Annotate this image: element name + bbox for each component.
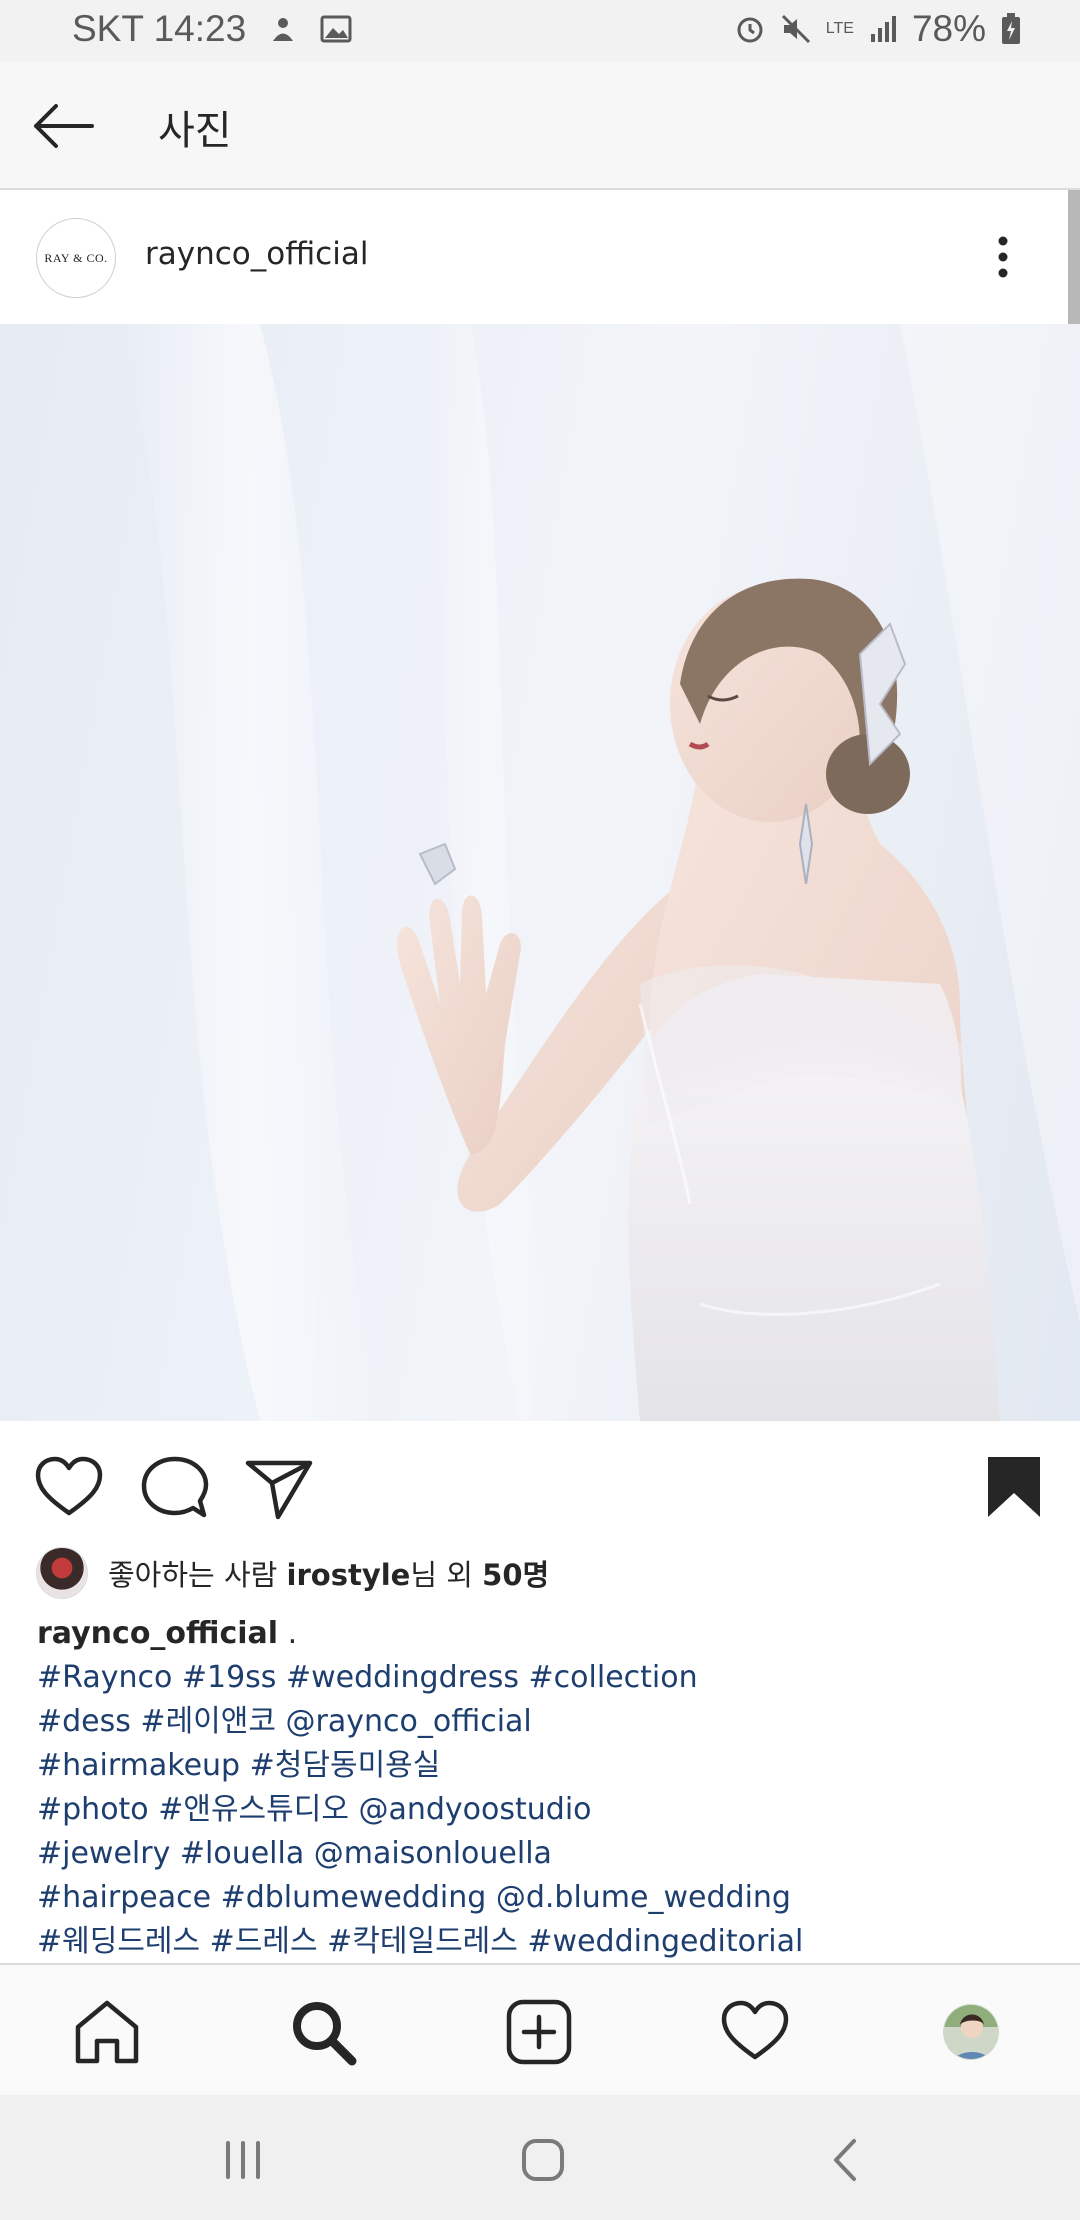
share-icon [245, 1460, 313, 1520]
post-header: RAY & CO. raynco_official [0, 190, 1068, 324]
post-caption: raynco_official . #Raynco #19ss #wedding… [37, 1612, 1047, 1964]
comment-button[interactable] [140, 1453, 210, 1523]
likes-row[interactable]: 좋아하는 사람 irostyle님 외 50명 [36, 1544, 549, 1602]
signal-icon [868, 14, 898, 44]
chevron-left-icon [834, 2139, 856, 2181]
post-username[interactable]: raynco_official [145, 236, 368, 272]
sync-icon [268, 14, 298, 44]
likes-text: 좋아하는 사람 irostyle님 외 50명 [108, 1558, 550, 1592]
back-arrow-icon [34, 104, 94, 148]
system-navigation [0, 2095, 1080, 2220]
status-bar: SKT 14:23 LTE 78% [0, 0, 1080, 62]
nav-home[interactable] [72, 1997, 142, 2067]
caption-line[interactable]: #photo #앤유스튜디오 @andyoostudio [37, 1788, 1047, 1832]
more-vertical-icon [998, 236, 1008, 278]
nav-activity[interactable] [720, 1997, 790, 2067]
likes-count[interactable]: 50명 [482, 1558, 549, 1592]
nav-profile[interactable] [936, 1997, 1006, 2067]
recent-apps-icon [226, 2141, 260, 2179]
add-post-icon [506, 1999, 572, 2065]
back-button[interactable] [28, 98, 98, 154]
carrier-time: SKT 14:23 [72, 8, 247, 49]
like-button[interactable] [34, 1453, 104, 1523]
bookmark-button[interactable] [984, 1453, 1054, 1523]
caption-line[interactable]: #hairmakeup #청담동미용실 [37, 1744, 1047, 1788]
comment-icon [141, 1456, 209, 1518]
home-square-icon [522, 2139, 564, 2181]
profile-avatar [943, 2004, 999, 2060]
caption-text: . [278, 1616, 298, 1651]
logo-text: RAY & CO. [44, 250, 108, 265]
battery-percent: 78% [911, 8, 986, 49]
search-icon [293, 2002, 357, 2066]
bride-illustration [120, 324, 1080, 1421]
caption-username[interactable]: raynco_official [37, 1616, 278, 1651]
post-photo[interactable] [0, 324, 1080, 1421]
liker-avatar [36, 1547, 88, 1599]
home-icon [75, 2000, 139, 2064]
home-system-button[interactable] [518, 2135, 568, 2185]
post-actions [0, 1421, 1080, 1541]
nav-add-post[interactable] [504, 1997, 574, 2067]
battery-icon [1000, 12, 1022, 46]
network-type: LTE [825, 20, 854, 37]
back-system-button[interactable] [822, 2135, 872, 2185]
caption-line[interactable]: #jewelry #louella @maisonlouella [37, 1832, 1047, 1876]
bookmark-icon [988, 1457, 1040, 1517]
caption-line[interactable]: #dess #레이앤코 @raynco_official [37, 1700, 1047, 1744]
liker-username[interactable]: irostyle [287, 1558, 411, 1592]
caption-line[interactable]: #웨딩드레스 #드레스 #칵테일드레스 #weddingeditorial [37, 1920, 1047, 1964]
caption-line[interactable]: #hairpeace #dblumewedding @d.blume_weddi… [37, 1876, 1047, 1920]
mute-icon [780, 13, 812, 45]
share-button[interactable] [244, 1453, 314, 1523]
heart-icon [35, 1456, 103, 1516]
page-title: 사진 [158, 108, 232, 154]
recent-apps-button[interactable] [218, 2135, 268, 2185]
bottom-navigation [0, 1963, 1080, 2095]
gallery-icon [320, 14, 352, 44]
more-options-button[interactable] [988, 232, 1018, 282]
app-header: 사진 [0, 62, 1080, 190]
nav-search[interactable] [288, 1997, 358, 2067]
activity-icon [721, 2000, 789, 2060]
alarm-icon [734, 13, 766, 45]
account-avatar[interactable]: RAY & CO. [36, 218, 116, 298]
caption-line[interactable]: #Raynco #19ss #weddingdress #collection [37, 1656, 1047, 1700]
